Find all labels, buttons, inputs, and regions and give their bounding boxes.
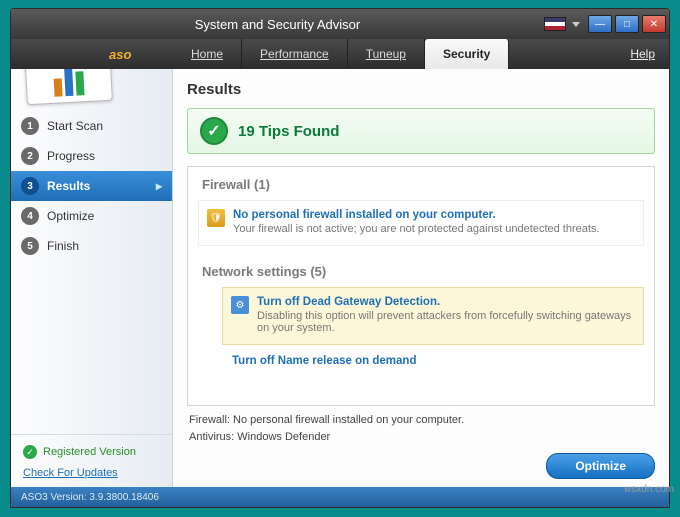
result-item-desc: Your firewall is not active; you are not… [233,223,633,235]
tab-tuneup[interactable]: Tuneup [348,39,425,69]
tips-found-text: 19 Tips Found [238,123,339,140]
step-progress[interactable]: 2 Progress [11,141,172,171]
step-start-scan[interactable]: 1 Start Scan [11,111,172,141]
step-number-icon: 5 [21,237,39,255]
statusbar: ASO3 Version: 3.9.3800.18406 [11,487,669,507]
step-number-icon: 3 [21,177,39,195]
step-optimize[interactable]: 4 Optimize [11,201,172,231]
app-window: System and Security Advisor — □ ✕ aso Ho… [10,8,670,508]
network-icon: ⚙ [231,296,249,314]
sidebar-footer: ✓ Registered Version Check For Updates [11,434,172,487]
watermark: wsxdn.com [624,484,674,495]
status-summary: Firewall: No personal firewall installed… [187,406,655,449]
status-firewall: Firewall: No personal firewall installed… [189,412,653,429]
step-label: Optimize [47,209,94,223]
language-dropdown-arrow-icon[interactable] [572,22,580,27]
step-label: Results [47,179,90,193]
result-item-desc: Disabling this option will prevent attac… [257,310,633,334]
app-logo-icon [23,69,113,105]
language-flag-icon[interactable] [544,17,566,31]
page-title: Results [187,81,655,98]
shield-icon: 🛡 [207,209,225,227]
minimize-button[interactable]: — [588,15,612,33]
section-firewall-header: Firewall (1) [188,167,654,200]
registered-status: ✓ Registered Version [23,445,160,459]
step-label: Start Scan [47,119,103,133]
success-check-icon: ✓ [200,117,228,145]
tab-security[interactable]: Security [425,39,509,69]
tab-performance[interactable]: Performance [242,39,348,69]
tips-found-banner: ✓ 19 Tips Found [187,108,655,154]
result-item-network-gateway[interactable]: ⚙ Turn off Dead Gateway Detection. Disab… [222,287,644,345]
result-item-title: No personal firewall installed on your c… [233,209,633,221]
main-content: Results ✓ 19 Tips Found Firewall (1) 🛡 N… [173,69,669,487]
optimize-button[interactable]: Optimize [546,453,655,479]
window-title: System and Security Advisor [11,17,544,32]
check-circle-icon: ✓ [23,445,37,459]
step-number-icon: 2 [21,147,39,165]
body: 1 Start Scan 2 Progress 3 Results 4 Opti… [11,69,669,487]
maximize-button[interactable]: □ [615,15,639,33]
status-antivirus: Antivirus: Windows Defender [189,429,653,446]
step-label: Finish [47,239,79,253]
result-item-truncated[interactable]: Turn off Name release on demand [188,353,654,367]
version-label: ASO3 Version: 3.9.3800.18406 [21,492,159,503]
result-item-firewall[interactable]: 🛡 No personal firewall installed on your… [198,200,644,246]
titlebar: System and Security Advisor — □ ✕ [11,9,669,39]
step-finish[interactable]: 5 Finish [11,231,172,261]
sidebar: 1 Start Scan 2 Progress 3 Results 4 Opti… [11,69,173,487]
result-item-title: Turn off Dead Gateway Detection. [257,296,633,308]
close-button[interactable]: ✕ [642,15,666,33]
step-number-icon: 4 [21,207,39,225]
brand-label: aso [11,39,173,69]
registered-label: Registered Version [43,446,136,458]
check-updates-link[interactable]: Check For Updates [23,467,160,479]
help-link[interactable]: Help [616,39,669,69]
step-number-icon: 1 [21,117,39,135]
tab-home[interactable]: Home [173,39,242,69]
section-network-header: Network settings (5) [188,254,654,287]
step-results[interactable]: 3 Results [11,171,172,201]
menubar: aso Home Performance Tuneup Security Hel… [11,39,669,69]
action-bar: Optimize [187,449,655,481]
results-scroll-area[interactable]: Firewall (1) 🛡 No personal firewall inst… [187,166,655,406]
step-label: Progress [47,149,95,163]
